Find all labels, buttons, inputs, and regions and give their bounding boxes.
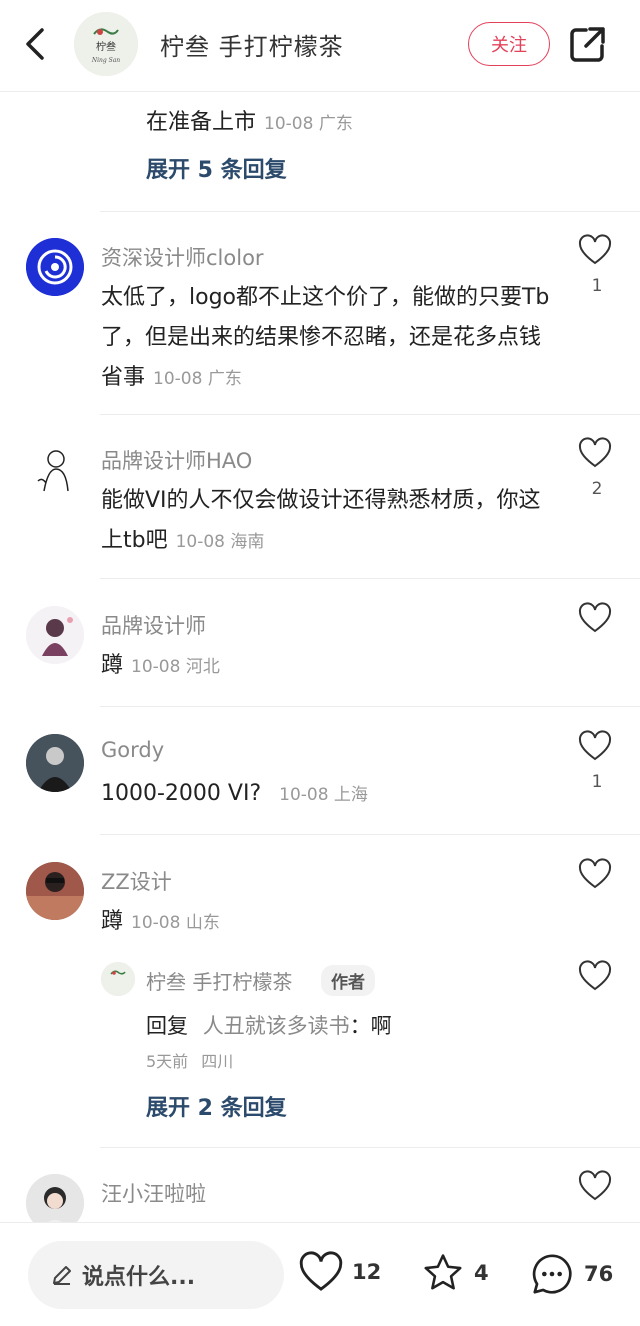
like-action[interactable]: 12: [298, 1251, 381, 1293]
comment-meta: 10-08 上海: [279, 785, 368, 805]
heart-icon: [578, 1170, 612, 1201]
share-button[interactable]: [568, 24, 608, 64]
comment-text-partial: 在准备上市 10-08 广东: [146, 110, 353, 135]
reply-target[interactable]: 人丑就该多读书: [203, 1014, 350, 1038]
divider: [100, 211, 640, 212]
like-button[interactable]: [578, 234, 616, 266]
comment-list[interactable]: 在准备上市 10-08 广东 展开 5 条回复 资深设计师clolor 太低了，l…: [0, 92, 640, 1222]
divider: [100, 1147, 640, 1148]
author-badge: 作者: [321, 965, 375, 996]
comment-meta: 10-08 广东: [153, 369, 242, 389]
username[interactable]: 资深设计师clolor: [101, 242, 264, 272]
follow-button[interactable]: 关注: [468, 22, 550, 66]
shop-avatar[interactable]: 柠叁 Ning San: [74, 12, 138, 76]
bottom-action-bar: 说点什么... 12 4 76: [0, 1222, 640, 1326]
like-count: 1: [591, 772, 603, 792]
pencil-icon: [53, 1266, 71, 1285]
comment-text: 1000-2000 VI? 10-08 上海: [101, 781, 368, 806]
like-button[interactable]: [578, 1170, 616, 1202]
divider: [100, 706, 640, 707]
heart-icon: [578, 730, 612, 761]
collect-action[interactable]: 4: [420, 1251, 489, 1295]
back-button[interactable]: [18, 24, 54, 64]
reply-username[interactable]: 柠叁 手打柠檬茶: [146, 966, 292, 995]
heart-icon: [578, 960, 612, 991]
like-button[interactable]: [578, 730, 616, 762]
divider: [100, 414, 640, 415]
username[interactable]: 品牌设计师: [101, 610, 206, 640]
divider: [100, 578, 640, 579]
comment-meta: 10-08 广东: [264, 114, 353, 134]
collect-total: 4: [474, 1261, 489, 1285]
like-button[interactable]: [578, 437, 616, 469]
comment-bubble-icon: [532, 1254, 572, 1294]
comment-text: 蹲 10-08 山东: [101, 909, 220, 934]
avatar[interactable]: [26, 441, 84, 499]
expand-replies-button[interactable]: 展开 2 条回复: [146, 1090, 287, 1122]
avatar[interactable]: [26, 862, 84, 920]
heart-icon: [578, 234, 612, 265]
person-avatar-icon: [26, 1174, 84, 1222]
person-avatar-icon: [26, 862, 84, 920]
username[interactable]: ZZ设计: [101, 866, 172, 896]
shop-logo-icon: [101, 962, 135, 996]
sketch-avatar-icon: [26, 441, 84, 499]
comment-total: 76: [584, 1262, 614, 1286]
comment-meta: 10-08 山东: [131, 913, 220, 933]
spiral-avatar-icon: [26, 238, 84, 296]
comment-meta: 10-08 海南: [175, 532, 265, 552]
reply-meta: 5天前 四川: [146, 1052, 234, 1071]
comment-meta: 10-08 河北: [131, 657, 220, 677]
heart-icon: [578, 437, 612, 468]
username[interactable]: Gordy: [101, 738, 164, 762]
comment-text: 蹲 10-08 河北: [101, 653, 220, 678]
like-count: 1: [591, 276, 603, 296]
avatar[interactable]: [26, 238, 84, 296]
heart-icon: [299, 1251, 343, 1291]
expand-replies-button[interactable]: 展开 5 条回复: [146, 152, 287, 184]
svg-text:Ning San: Ning San: [91, 57, 120, 64]
like-total: 12: [352, 1260, 382, 1284]
top-bar: 柠叁 Ning San 柠叁 手打柠檬茶 关注: [0, 0, 640, 92]
person-avatar-icon: [26, 734, 84, 792]
divider: [100, 834, 640, 835]
shop-logo-icon: 柠叁 Ning San: [74, 12, 138, 76]
svg-text:柠叁: 柠叁: [96, 40, 116, 53]
reply-text: 回复 人丑就该多读书：啊: [146, 1014, 392, 1038]
username[interactable]: 品牌设计师HAO: [101, 445, 252, 475]
like-count: 2: [591, 479, 603, 499]
comment-action[interactable]: 76: [528, 1251, 613, 1297]
comment-input[interactable]: 说点什么...: [28, 1241, 284, 1309]
shop-name[interactable]: 柠叁 手打柠檬茶: [160, 27, 344, 62]
heart-icon: [578, 858, 612, 889]
heart-icon: [578, 602, 612, 633]
chevron-left-icon: [26, 28, 44, 60]
username[interactable]: 汪小汪啦啦: [101, 1178, 206, 1208]
reply-like-button[interactable]: [578, 960, 616, 992]
like-button[interactable]: [578, 602, 616, 634]
share-icon: [570, 27, 605, 62]
like-button[interactable]: [578, 858, 616, 890]
avatar[interactable]: [26, 606, 84, 664]
character-avatar-icon: [26, 606, 84, 664]
comment-text: 太低了，logo都不止这个价了，能做的只要Tb了，但是出来的结果惨不忍睹，还是花…: [101, 285, 550, 390]
comment-input-placeholder: 说点什么...: [82, 1265, 196, 1290]
star-icon: [424, 1254, 462, 1290]
avatar[interactable]: [26, 1174, 84, 1222]
reply-avatar[interactable]: [101, 962, 135, 996]
comment-text: 能做VI的人不仅会做设计还得熟悉材质，你这上tb吧 10-08 海南: [101, 488, 541, 553]
avatar[interactable]: [26, 734, 84, 792]
